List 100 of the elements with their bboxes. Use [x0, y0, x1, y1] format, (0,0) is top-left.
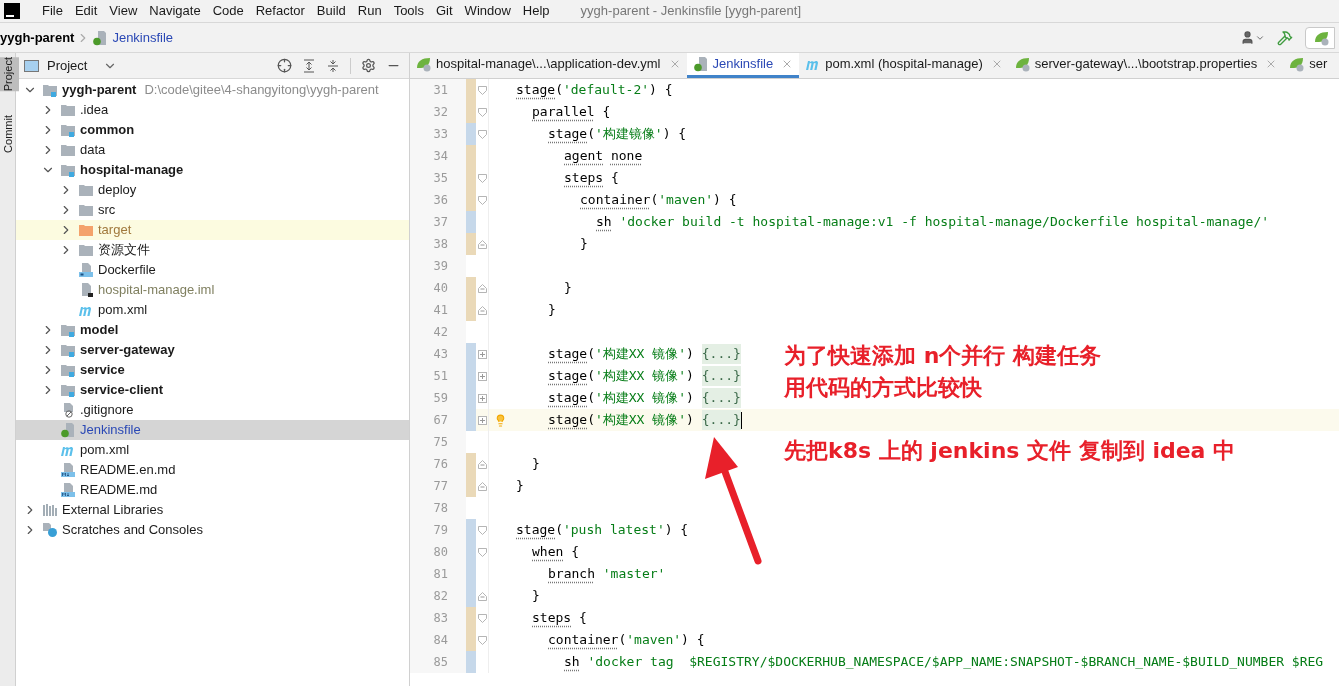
tab-label: server-gateway\...\bootstrap.properties: [1034, 54, 1258, 73]
menu-item[interactable]: Help: [516, 1, 556, 21]
fold-marker-icon[interactable]: [477, 129, 487, 139]
menu-item[interactable]: Code: [206, 1, 250, 21]
tree-item[interactable]: common: [16, 120, 409, 140]
tree-item[interactable]: .idea: [16, 100, 409, 120]
breadcrumb-item[interactable]: Jenkinsfile: [112, 27, 174, 48]
menu-item[interactable]: File: [36, 1, 69, 21]
fold-marker-icon[interactable]: [477, 481, 487, 491]
fold-marker-icon[interactable]: [477, 173, 487, 183]
fold-marker-icon[interactable]: [477, 305, 487, 315]
fold-marker-icon[interactable]: [477, 239, 487, 249]
tree-item[interactable]: 资源文件: [16, 240, 409, 260]
line-number: 38: [410, 233, 466, 255]
fold-marker-icon[interactable]: [477, 371, 487, 381]
leaf-file-icon: [1314, 29, 1330, 46]
tree-item[interactable]: Dockerfile: [16, 260, 409, 280]
build-hammer-icon[interactable]: [1277, 29, 1293, 46]
fold-marker-icon[interactable]: [477, 283, 487, 293]
menu-item[interactable]: View: [103, 1, 144, 21]
tree-item[interactable]: target: [16, 220, 409, 240]
menu-item[interactable]: Tools: [387, 1, 430, 21]
panel-icon: [24, 59, 39, 72]
code-text: ) {: [681, 631, 705, 650]
fold-marker-icon[interactable]: [477, 635, 487, 645]
tree-item-label: common: [80, 121, 135, 140]
tree-item-label: data: [80, 141, 106, 160]
tree-item[interactable]: yygh-parent D:\code\gitee\4-shangyitong\yygh-parent: [16, 80, 409, 100]
fold-marker-icon[interactable]: [477, 591, 487, 601]
panel-title[interactable]: Project: [47, 55, 88, 76]
fold-marker-icon[interactable]: [477, 393, 487, 403]
code-keyword: none: [610, 147, 643, 166]
tree-item[interactable]: Scratches and Consoles: [16, 520, 409, 540]
expand-all-icon[interactable]: [302, 58, 316, 73]
tree-item[interactable]: service-client: [16, 380, 409, 400]
tree-item-label: hospital-manage.iml: [98, 281, 215, 300]
menu-item[interactable]: Refactor: [249, 1, 311, 21]
run-config-selector[interactable]: [1305, 26, 1335, 49]
menu-item[interactable]: Git: [430, 1, 459, 21]
fold-marker-icon[interactable]: [477, 525, 487, 535]
tree-item-label: service: [80, 361, 125, 380]
fold-marker-icon[interactable]: [477, 349, 487, 359]
locate-icon[interactable]: [277, 58, 292, 73]
menu-item[interactable]: Build: [310, 1, 352, 21]
collapse-all-icon[interactable]: [326, 58, 340, 73]
line-number: 36: [410, 189, 466, 211]
tree-item[interactable]: service: [16, 360, 409, 380]
editor-tab[interactable]: server-gateway\...\bootstrap.properties: [1008, 53, 1284, 78]
tree-item[interactable]: model: [16, 320, 409, 340]
editor-tab[interactable]: ser: [1283, 53, 1334, 78]
editor-tab[interactable]: hospital-manage\...\application-dev.yml: [410, 53, 687, 78]
fold-marker-icon[interactable]: [477, 195, 487, 205]
fold-marker-icon[interactable]: [477, 613, 487, 623]
breadcrumb-item[interactable]: yygh-parent: [0, 27, 75, 48]
tree-item[interactable]: README.en.md: [16, 460, 409, 480]
folded-code[interactable]: {...}: [701, 366, 741, 386]
groovy-file-icon: [92, 29, 109, 46]
tree-item[interactable]: src: [16, 200, 409, 220]
code-text: ) {: [662, 125, 687, 144]
code-text: }: [548, 301, 556, 320]
menu-item[interactable]: Edit: [68, 1, 104, 21]
settings-icon[interactable]: [361, 58, 376, 73]
folded-code[interactable]: {...}: [701, 344, 741, 364]
fold-marker-icon[interactable]: [477, 415, 487, 425]
lightbulb-icon[interactable]: [494, 413, 507, 427]
tree-item[interactable]: hospital-manage.iml: [16, 280, 409, 300]
fold-marker-icon[interactable]: [477, 547, 487, 557]
tree-item[interactable]: README.md: [16, 480, 409, 500]
tree-item-label: External Libraries: [62, 501, 164, 520]
folded-code[interactable]: {...}: [701, 388, 741, 408]
editor-tab[interactable]: Jenkinsfile: [686, 53, 800, 78]
account-dropdown-icon[interactable]: [1240, 30, 1265, 45]
line-number: 77: [410, 475, 466, 497]
editor-tab[interactable]: pom.xml (hospital-manage): [799, 53, 1009, 78]
side-tool-tab[interactable]: Project: [0, 57, 19, 92]
code-string: 'maven': [658, 191, 714, 210]
tab-label: ser: [1309, 54, 1328, 73]
tree-item[interactable]: hospital-manage: [16, 160, 409, 180]
tree-item[interactable]: pom.xml: [16, 300, 409, 320]
fold-marker-icon[interactable]: [477, 107, 487, 117]
tree-item[interactable]: pom.xml: [16, 440, 409, 460]
tree-item[interactable]: Jenkinsfile: [16, 420, 409, 440]
fold-marker-icon[interactable]: [477, 459, 487, 469]
code-text: (: [587, 345, 595, 364]
menu-item[interactable]: Window: [458, 1, 517, 21]
side-tool-tab[interactable]: Commit: [0, 115, 19, 154]
menu-item[interactable]: Navigate: [143, 1, 207, 21]
fold-marker-icon[interactable]: [477, 85, 487, 95]
tree-item[interactable]: deploy: [16, 180, 409, 200]
tree-item[interactable]: data: [16, 140, 409, 160]
code-keyword: stage: [516, 521, 556, 540]
tree-item[interactable]: server-gateway: [16, 340, 409, 360]
line-number: 31: [410, 79, 466, 101]
tree-item[interactable]: External Libraries: [16, 500, 409, 520]
line-number: 37: [410, 211, 466, 233]
menu-item[interactable]: Run: [351, 1, 388, 21]
code-string: '构建XX 镜像': [594, 411, 687, 430]
line-number: 35: [410, 167, 466, 189]
folded-code[interactable]: {...}: [701, 410, 741, 430]
tree-item[interactable]: .gitignore: [16, 400, 409, 420]
